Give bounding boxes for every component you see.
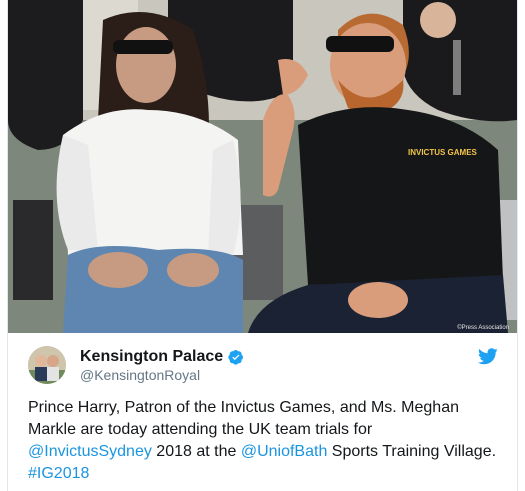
tweet-text-segment: Prince Harry, Patron of the Invictus Gam… (28, 399, 459, 438)
avatar[interactable] (28, 346, 66, 384)
tweet-photo[interactable]: INVICTUS GAMES ©Press Association (8, 0, 517, 333)
shirt-logo-text: INVICTUS GAMES (408, 148, 478, 157)
mention-link-uniofbath[interactable]: @UniofBath (241, 443, 328, 460)
account-name-row[interactable]: Kensington Palace (80, 348, 244, 366)
avatar-image (28, 346, 66, 384)
account-name[interactable]: Kensington Palace (80, 348, 223, 366)
tweet-text-segment: Sports Training Village. (327, 443, 497, 460)
photo-illustration: INVICTUS GAMES (8, 0, 517, 333)
tweet-text: Prince Harry, Patron of the Invictus Gam… (28, 397, 498, 485)
verified-badge-icon (228, 350, 244, 365)
embedded-tweet-card: INVICTUS GAMES ©Press Association Kensin… (7, 0, 518, 491)
tweet-header: Kensington Palace @KensingtonRoyal (28, 345, 498, 387)
twitter-bird-icon[interactable] (478, 348, 498, 365)
photo-credit: ©Press Association (457, 325, 509, 331)
account-handle[interactable]: @KensingtonRoyal (80, 367, 200, 383)
tweet-text-segment: 2018 at the (151, 443, 241, 460)
hashtag-link-ig2018[interactable]: #IG2018 (28, 465, 89, 482)
mention-link-invictussydney[interactable]: @InvictusSydney (28, 443, 152, 460)
